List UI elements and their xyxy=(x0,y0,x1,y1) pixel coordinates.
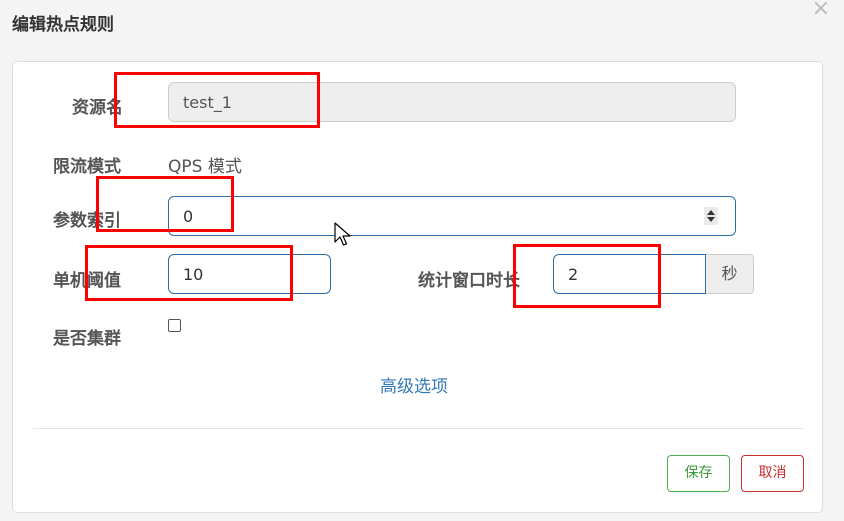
cluster-checkbox[interactable] xyxy=(168,319,181,332)
param-index-label: 参数索引 xyxy=(53,211,121,231)
stepper-down-icon[interactable] xyxy=(707,217,715,222)
flow-mode-label: 限流模式 xyxy=(53,157,121,177)
mouse-cursor-icon xyxy=(334,222,351,246)
cancel-button[interactable]: 取消 xyxy=(741,455,804,492)
stepper-up-icon[interactable] xyxy=(707,210,715,215)
param-index-stepper[interactable] xyxy=(704,207,718,225)
advanced-options-link[interactable]: 高级选项 xyxy=(380,372,448,397)
window-duration-input[interactable] xyxy=(553,254,706,294)
flow-mode-value: QPS 模式 xyxy=(168,157,242,177)
dialog-title: 编辑热点规则 xyxy=(12,15,114,35)
form-panel: 资源名 限流模式 QPS 模式 参数索引 单机阈值 统计窗口时长 秒 是否集群 … xyxy=(12,61,823,513)
footer-divider xyxy=(33,428,803,429)
window-duration-label: 统计窗口时长 xyxy=(418,271,520,291)
threshold-input[interactable] xyxy=(168,254,331,294)
save-button[interactable]: 保存 xyxy=(667,455,730,492)
resource-name-label: 资源名 xyxy=(72,98,123,118)
param-index-input[interactable] xyxy=(168,196,736,236)
edit-hotspot-rule-dialog: 编辑热点规则 × 资源名 限流模式 QPS 模式 参数索引 单机阈值 统计窗口时… xyxy=(0,0,844,521)
cluster-label: 是否集群 xyxy=(53,329,121,349)
threshold-label: 单机阈值 xyxy=(53,271,121,291)
close-icon[interactable]: × xyxy=(812,0,830,20)
window-unit-addon: 秒 xyxy=(706,254,754,294)
resource-name-input xyxy=(168,82,736,122)
